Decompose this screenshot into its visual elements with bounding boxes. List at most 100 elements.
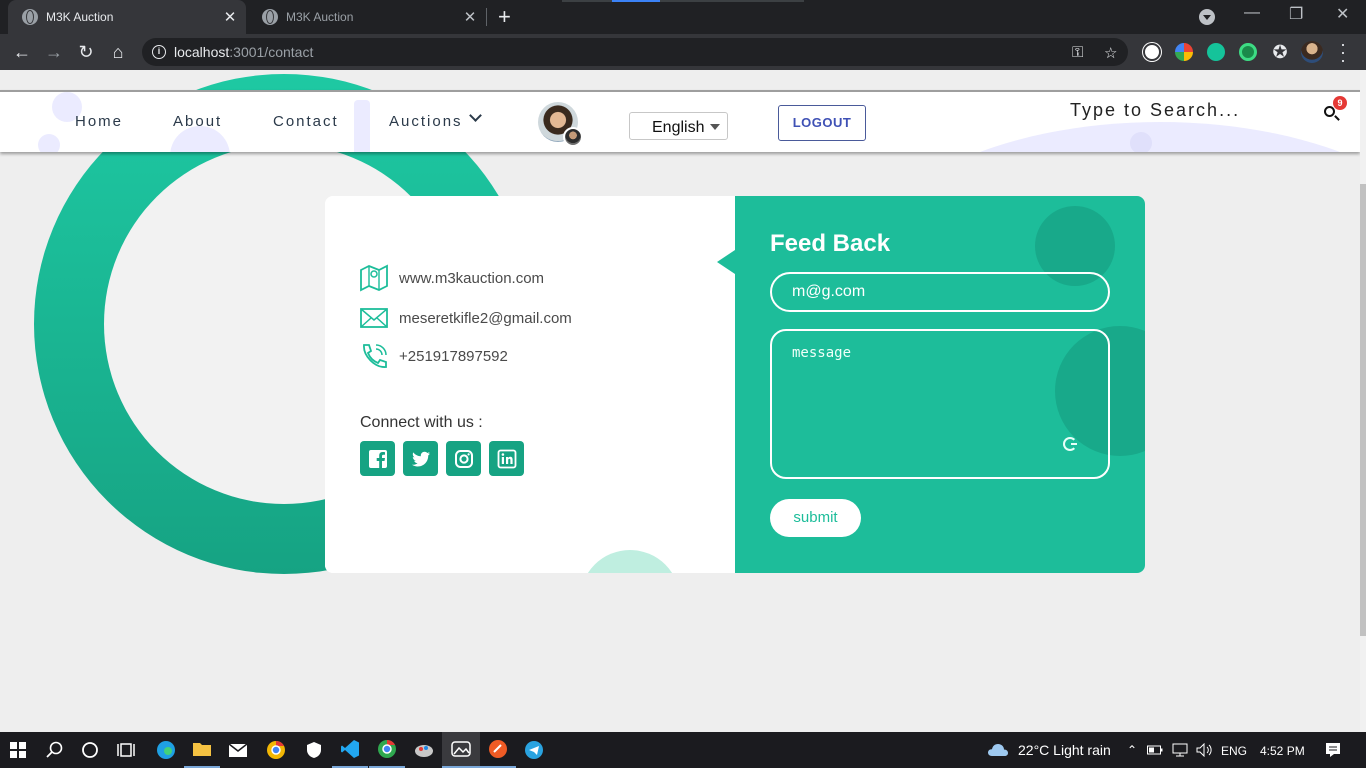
decor-blob [38,134,60,152]
phone-row: +251917897592 [359,342,508,370]
notification-badge[interactable]: 9 [1333,96,1347,110]
tab-search-icon[interactable] [1199,9,1215,25]
language-value: English [652,119,705,136]
tab-title: M3K Auction [46,10,114,24]
chevron-down-icon[interactable] [469,109,482,122]
website-text[interactable]: www.m3kauction.com [399,270,544,287]
feedback-title: Feed Back [770,230,891,257]
profile-avatar[interactable] [1301,41,1323,63]
taskbar-search-icon[interactable] [37,732,73,768]
decor-blob [860,122,1360,152]
connect-label: Connect with us : [360,414,483,431]
browser-tab-inactive[interactable]: M3K Auction ✕ [248,0,486,34]
reload-icon[interactable]: ↻ [74,40,98,64]
submit-button[interactable]: submit [770,499,861,537]
page-scrollbar[interactable] [1360,70,1366,732]
facebook-button[interactable] [360,441,395,476]
chrome-window-icon[interactable] [369,732,405,768]
browser-tabbar: M3K Auction ✕ M3K Auction ✕ + — ❐ ✕ [0,0,1366,34]
windows-start-icon[interactable] [0,732,36,768]
mail-app-icon[interactable] [220,732,256,768]
vscode-icon[interactable] [332,732,368,768]
site-info-icon[interactable]: i [152,45,166,59]
feedback-message-input[interactable] [770,329,1110,479]
browser-toolbar: ← → ↻ ⌂ i localhost:3001/contact ⚿ ☆ ✪ ·… [0,34,1366,70]
facebook-icon [368,449,387,468]
forward-arrow-icon[interactable]: → [42,40,66,64]
instagram-button[interactable] [446,441,481,476]
home-icon[interactable]: ⌂ [106,40,130,64]
close-window-button[interactable]: ✕ [1336,4,1349,24]
battery-icon[interactable] [1146,732,1164,768]
page-viewport: Home About Contact Auctions English LOGO… [0,70,1360,732]
file-explorer-icon[interactable] [184,732,220,768]
security-shield-icon[interactable] [296,732,332,768]
grammarly-icon[interactable] [1207,43,1225,61]
back-arrow-icon[interactable]: ← [10,40,34,64]
close-tab-icon[interactable]: ✕ [220,8,240,26]
chrome-icon[interactable] [258,732,294,768]
key-icon[interactable]: ⚿ [1072,44,1083,61]
grammarly-refresh-icon[interactable] [1063,437,1077,451]
close-tab-icon[interactable]: ✕ [460,8,480,26]
network-icon[interactable] [1170,732,1190,768]
caret-down-icon [710,124,720,130]
url-text: localhost:3001/contact [174,44,314,60]
minimize-button[interactable]: — [1244,4,1260,22]
email-text[interactable]: meseretkifle2@gmail.com [399,310,572,327]
feedback-email-input[interactable] [770,272,1110,312]
postman-icon[interactable] [480,732,516,768]
site-navbar: Home About Contact Auctions English LOGO… [0,90,1360,152]
tab-separator [486,8,487,26]
decor-blob [1130,132,1152,152]
color-extension-icon[interactable] [1175,43,1193,61]
address-bar[interactable]: i localhost:3001/contact ⚿ ☆ [142,38,1128,66]
linkedin-icon [497,449,516,468]
nav-contact[interactable]: Contact [273,113,339,130]
scrollbar-thumb[interactable] [1360,184,1366,636]
cortana-icon[interactable] [72,732,108,768]
telegram-icon[interactable] [516,732,552,768]
menu-kebab-icon[interactable]: · · · [1340,35,1346,69]
new-tab-button[interactable]: + [498,4,511,30]
nav-auctions[interactable]: Auctions [389,113,463,130]
linkedin-button[interactable] [489,441,524,476]
w-extension-icon[interactable] [1143,43,1161,61]
star-bookmark-icon[interactable]: ☆ [1104,44,1117,62]
browser-tab-active[interactable]: M3K Auction ✕ [8,0,246,34]
record-extension-icon[interactable] [1239,43,1257,61]
website-row: www.m3kauction.com [359,264,544,292]
mail-icon [360,308,388,328]
user-avatar-badge [563,127,583,147]
contact-card: www.m3kauction.com meseretkifle2@gmail.c… [325,196,1145,573]
photos-app-icon[interactable] [442,732,480,768]
twitter-button[interactable] [403,441,438,476]
decor-blob [354,100,370,152]
task-view-icon[interactable] [108,732,144,768]
logout-button[interactable]: LOGOUT [778,105,866,141]
clock-time[interactable]: 4:52 PM [1260,744,1305,758]
globe-icon [262,9,278,25]
volume-icon[interactable] [1194,732,1214,768]
action-center-icon[interactable] [1318,732,1348,768]
language-select[interactable]: English [629,112,728,140]
phone-icon [363,344,387,368]
panel-pointer [717,250,735,274]
chevron-up-icon[interactable]: ⌃ [1124,732,1140,768]
nav-home[interactable]: Home [75,113,123,130]
input-language[interactable]: ENG [1221,744,1247,758]
edge-icon[interactable] [148,732,184,768]
twitter-icon [411,451,430,466]
weather-text[interactable]: 22°C Light rain [1018,742,1111,758]
nav-about[interactable]: About [173,113,222,130]
phone-text[interactable]: +251917897592 [399,348,508,365]
search-input[interactable]: Type to Search... [1070,100,1240,121]
paint-app-icon[interactable] [406,732,442,768]
extensions-puzzle-icon[interactable]: ✪ [1268,40,1292,64]
restore-button[interactable]: ❐ [1289,4,1303,24]
map-icon [360,264,388,292]
tab-title: M3K Auction [286,10,354,24]
search-icon[interactable] [1324,106,1335,117]
loading-indicator [562,0,804,2]
weather-cloud-icon[interactable] [986,732,1010,768]
